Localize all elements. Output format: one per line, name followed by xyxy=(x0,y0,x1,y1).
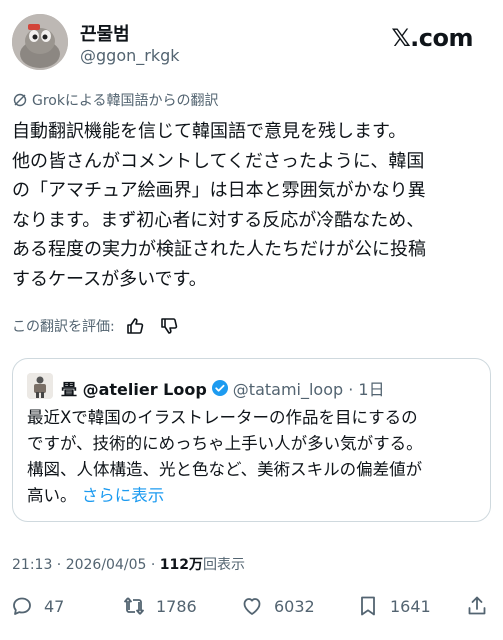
like-count: 6032 xyxy=(274,596,315,616)
verified-badge-icon xyxy=(211,379,229,397)
bookmark-count: 1641 xyxy=(390,596,431,616)
reply-icon xyxy=(13,597,31,615)
quoted-line-last: 高い。 さらに表示 xyxy=(27,483,482,509)
thumbs-up-icon[interactable] xyxy=(125,316,145,336)
post-line: の「アマチュア絵画界」は日本と雰囲気がかなり異 xyxy=(12,180,426,201)
post-text: 自動翻訳機能を信じて韓国語で意見を残します。 他の皆さんがコメントしてくださった… xyxy=(12,117,498,294)
quoted-post-text: 最近Xで韓国のイラストレーターの作品を目にするの ですが、技術的にめっちゃ上手い… xyxy=(27,405,482,509)
author-avatar[interactable] xyxy=(12,14,68,70)
translate-icon xyxy=(13,93,27,107)
quoted-line: 構図、人体構造、光と色など、美術スキルの偏差値が xyxy=(27,460,423,479)
bookmark-icon xyxy=(361,596,375,616)
repost-button[interactable]: 1786 xyxy=(122,594,197,618)
rate-translation-label: この翻訳を評価: xyxy=(12,319,115,335)
quoted-post-header: 畳 @atelier Loop @tatami_loop · 1日 xyxy=(61,376,385,400)
x-logo: 𝕏.com xyxy=(391,24,473,52)
share-icon xyxy=(468,596,486,615)
post-timestamp: 21:13 · 2026/04/05 · 112万回表示 xyxy=(12,554,245,574)
translation-note: Grokによる韓国語からの翻訳 xyxy=(12,90,219,110)
quoted-line: ですが、技術的にめっちゃ上手い人が多い気がする。 xyxy=(27,434,423,453)
translation-note-text: Grokによる韓国語からの翻訳 xyxy=(32,93,219,109)
like-button[interactable]: 6032 xyxy=(240,594,315,618)
post-line: なります。まず初心者に対する反応が冷酷なため、 xyxy=(12,209,425,231)
quoted-author-avatar[interactable] xyxy=(27,373,53,399)
author-handle[interactable]: @ggon_rkgk xyxy=(80,46,180,65)
post-line: 他の皆さんがコメントしてくださったように、韓国 xyxy=(12,150,425,172)
quoted-post[interactable]: 畳 @atelier Loop @tatami_loop · 1日 最近Xで韓国… xyxy=(12,358,491,522)
view-count: 112万 xyxy=(159,557,203,573)
post-header: 끈물범 @ggon_rkgk 𝕏.com xyxy=(12,10,491,74)
reply-button[interactable]: 47 xyxy=(10,594,64,618)
quoted-last-line-text: 高い。 xyxy=(27,486,77,505)
post-line: するケースが多いです。 xyxy=(12,268,207,290)
quoted-author-name[interactable]: 畳 @atelier Loop xyxy=(61,376,207,400)
repost-icon xyxy=(124,597,144,615)
thumbs-down-icon[interactable] xyxy=(159,316,179,336)
repost-count: 1786 xyxy=(156,596,197,616)
action-bar: 47 1786 6032 1641 xyxy=(10,594,493,622)
show-more-link[interactable]: さらに表示 xyxy=(82,486,165,505)
quoted-author-meta: @tatami_loop · 1日 xyxy=(232,380,385,399)
heart-icon xyxy=(243,598,261,615)
rate-translation-row: この翻訳を評価: xyxy=(12,316,179,336)
reply-count: 47 xyxy=(44,596,65,616)
author-display-name[interactable]: 끈물범 xyxy=(80,20,130,46)
bookmark-button[interactable]: 1641 xyxy=(356,594,431,618)
post-line: ある程度の実力が検証された人たちだけが公に投稿 xyxy=(12,239,426,260)
quoted-line: 最近Xで韓国のイラストレーターの作品を目にするの xyxy=(27,408,418,427)
post-line: 自動翻訳機能を信じて韓国語で意見を残します。 xyxy=(12,121,407,142)
view-count-label: 回表示 xyxy=(202,557,245,573)
timestamp-time[interactable]: 21:13 · 2026/04/05 · xyxy=(12,557,160,573)
share-button[interactable] xyxy=(465,594,499,618)
